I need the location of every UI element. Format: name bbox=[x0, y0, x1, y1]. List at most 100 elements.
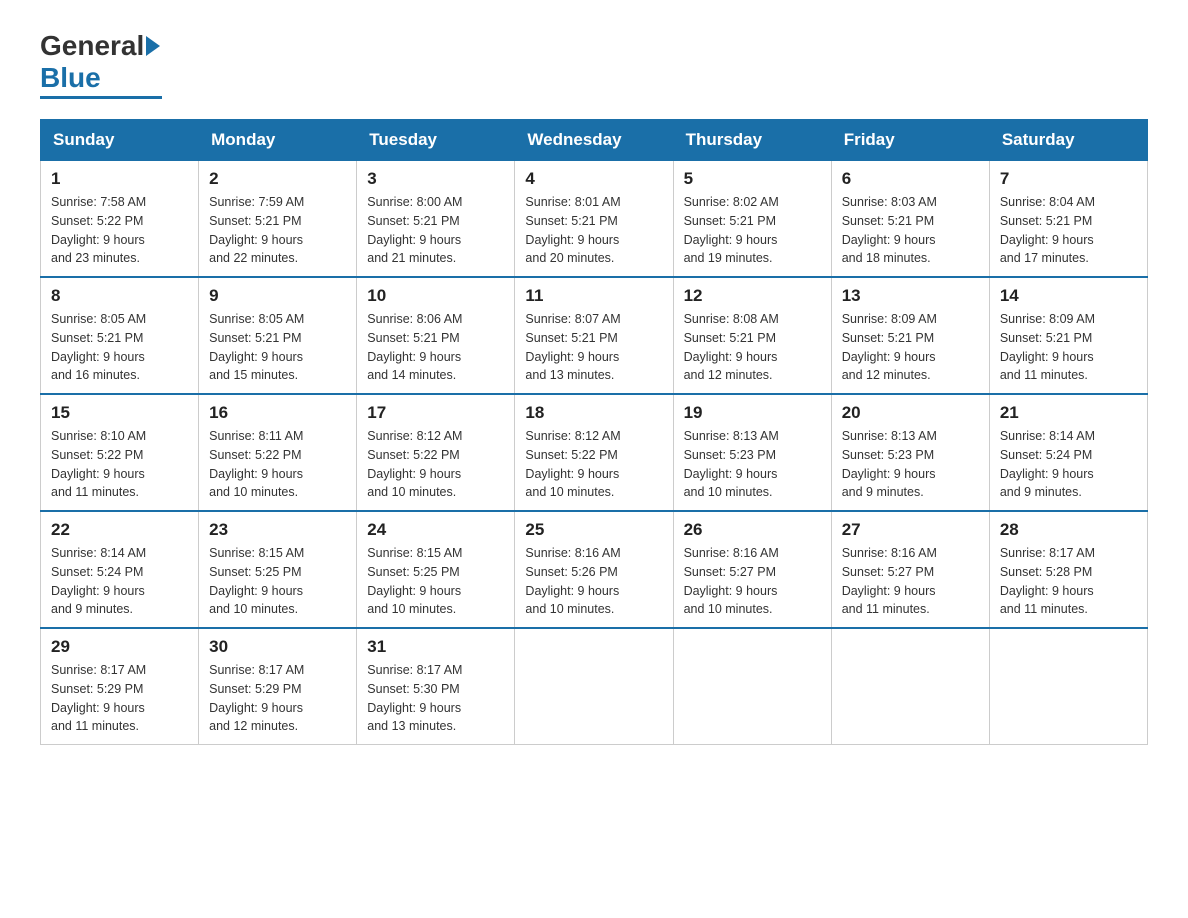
day-info: Sunrise: 8:11 AMSunset: 5:22 PMDaylight:… bbox=[209, 427, 346, 502]
day-number: 17 bbox=[367, 403, 504, 423]
calendar-cell: 12 Sunrise: 8:08 AMSunset: 5:21 PMDaylig… bbox=[673, 277, 831, 394]
calendar-cell: 2 Sunrise: 7:59 AMSunset: 5:21 PMDayligh… bbox=[199, 161, 357, 278]
calendar-cell: 11 Sunrise: 8:07 AMSunset: 5:21 PMDaylig… bbox=[515, 277, 673, 394]
calendar-cell: 3 Sunrise: 8:00 AMSunset: 5:21 PMDayligh… bbox=[357, 161, 515, 278]
day-info: Sunrise: 8:16 AMSunset: 5:26 PMDaylight:… bbox=[525, 544, 662, 619]
calendar-week-row: 29 Sunrise: 8:17 AMSunset: 5:29 PMDaylig… bbox=[41, 628, 1148, 745]
calendar-cell: 4 Sunrise: 8:01 AMSunset: 5:21 PMDayligh… bbox=[515, 161, 673, 278]
day-number: 28 bbox=[1000, 520, 1137, 540]
day-info: Sunrise: 7:59 AMSunset: 5:21 PMDaylight:… bbox=[209, 193, 346, 268]
column-header-wednesday: Wednesday bbox=[515, 120, 673, 161]
day-info: Sunrise: 8:13 AMSunset: 5:23 PMDaylight:… bbox=[684, 427, 821, 502]
calendar-cell: 24 Sunrise: 8:15 AMSunset: 5:25 PMDaylig… bbox=[357, 511, 515, 628]
calendar-cell: 10 Sunrise: 8:06 AMSunset: 5:21 PMDaylig… bbox=[357, 277, 515, 394]
day-info: Sunrise: 8:03 AMSunset: 5:21 PMDaylight:… bbox=[842, 193, 979, 268]
day-info: Sunrise: 8:12 AMSunset: 5:22 PMDaylight:… bbox=[367, 427, 504, 502]
calendar-cell: 20 Sunrise: 8:13 AMSunset: 5:23 PMDaylig… bbox=[831, 394, 989, 511]
calendar-cell: 22 Sunrise: 8:14 AMSunset: 5:24 PMDaylig… bbox=[41, 511, 199, 628]
calendar-week-row: 22 Sunrise: 8:14 AMSunset: 5:24 PMDaylig… bbox=[41, 511, 1148, 628]
day-number: 16 bbox=[209, 403, 346, 423]
column-header-monday: Monday bbox=[199, 120, 357, 161]
calendar-cell: 30 Sunrise: 8:17 AMSunset: 5:29 PMDaylig… bbox=[199, 628, 357, 745]
day-number: 24 bbox=[367, 520, 504, 540]
calendar-cell: 29 Sunrise: 8:17 AMSunset: 5:29 PMDaylig… bbox=[41, 628, 199, 745]
day-info: Sunrise: 8:17 AMSunset: 5:29 PMDaylight:… bbox=[51, 661, 188, 736]
logo-arrow-icon bbox=[146, 36, 160, 56]
day-info: Sunrise: 8:06 AMSunset: 5:21 PMDaylight:… bbox=[367, 310, 504, 385]
calendar-cell: 15 Sunrise: 8:10 AMSunset: 5:22 PMDaylig… bbox=[41, 394, 199, 511]
day-info: Sunrise: 8:01 AMSunset: 5:21 PMDaylight:… bbox=[525, 193, 662, 268]
logo-underline bbox=[40, 96, 162, 99]
calendar-header-row: SundayMondayTuesdayWednesdayThursdayFrid… bbox=[41, 120, 1148, 161]
calendar-cell: 26 Sunrise: 8:16 AMSunset: 5:27 PMDaylig… bbox=[673, 511, 831, 628]
day-number: 3 bbox=[367, 169, 504, 189]
day-number: 15 bbox=[51, 403, 188, 423]
day-info: Sunrise: 8:17 AMSunset: 5:28 PMDaylight:… bbox=[1000, 544, 1137, 619]
calendar-cell: 17 Sunrise: 8:12 AMSunset: 5:22 PMDaylig… bbox=[357, 394, 515, 511]
day-number: 27 bbox=[842, 520, 979, 540]
day-info: Sunrise: 8:00 AMSunset: 5:21 PMDaylight:… bbox=[367, 193, 504, 268]
column-header-friday: Friday bbox=[831, 120, 989, 161]
day-number: 26 bbox=[684, 520, 821, 540]
day-number: 11 bbox=[525, 286, 662, 306]
day-info: Sunrise: 8:15 AMSunset: 5:25 PMDaylight:… bbox=[209, 544, 346, 619]
calendar-cell: 14 Sunrise: 8:09 AMSunset: 5:21 PMDaylig… bbox=[989, 277, 1147, 394]
day-info: Sunrise: 8:02 AMSunset: 5:21 PMDaylight:… bbox=[684, 193, 821, 268]
calendar-cell: 25 Sunrise: 8:16 AMSunset: 5:26 PMDaylig… bbox=[515, 511, 673, 628]
calendar-cell: 1 Sunrise: 7:58 AMSunset: 5:22 PMDayligh… bbox=[41, 161, 199, 278]
day-info: Sunrise: 7:58 AMSunset: 5:22 PMDaylight:… bbox=[51, 193, 188, 268]
calendar-cell: 21 Sunrise: 8:14 AMSunset: 5:24 PMDaylig… bbox=[989, 394, 1147, 511]
day-number: 18 bbox=[525, 403, 662, 423]
calendar-cell: 28 Sunrise: 8:17 AMSunset: 5:28 PMDaylig… bbox=[989, 511, 1147, 628]
day-info: Sunrise: 8:04 AMSunset: 5:21 PMDaylight:… bbox=[1000, 193, 1137, 268]
day-info: Sunrise: 8:08 AMSunset: 5:21 PMDaylight:… bbox=[684, 310, 821, 385]
day-number: 12 bbox=[684, 286, 821, 306]
day-number: 22 bbox=[51, 520, 188, 540]
day-info: Sunrise: 8:17 AMSunset: 5:30 PMDaylight:… bbox=[367, 661, 504, 736]
logo-general-text: General bbox=[40, 30, 144, 62]
day-number: 23 bbox=[209, 520, 346, 540]
day-number: 2 bbox=[209, 169, 346, 189]
calendar-cell bbox=[831, 628, 989, 745]
day-number: 7 bbox=[1000, 169, 1137, 189]
day-number: 6 bbox=[842, 169, 979, 189]
day-info: Sunrise: 8:14 AMSunset: 5:24 PMDaylight:… bbox=[51, 544, 188, 619]
day-info: Sunrise: 8:14 AMSunset: 5:24 PMDaylight:… bbox=[1000, 427, 1137, 502]
calendar-table: SundayMondayTuesdayWednesdayThursdayFrid… bbox=[40, 119, 1148, 745]
day-number: 14 bbox=[1000, 286, 1137, 306]
day-number: 5 bbox=[684, 169, 821, 189]
day-number: 31 bbox=[367, 637, 504, 657]
calendar-cell: 7 Sunrise: 8:04 AMSunset: 5:21 PMDayligh… bbox=[989, 161, 1147, 278]
day-info: Sunrise: 8:10 AMSunset: 5:22 PMDaylight:… bbox=[51, 427, 188, 502]
day-number: 21 bbox=[1000, 403, 1137, 423]
calendar-cell bbox=[515, 628, 673, 745]
day-info: Sunrise: 8:15 AMSunset: 5:25 PMDaylight:… bbox=[367, 544, 504, 619]
day-info: Sunrise: 8:05 AMSunset: 5:21 PMDaylight:… bbox=[51, 310, 188, 385]
calendar-cell: 5 Sunrise: 8:02 AMSunset: 5:21 PMDayligh… bbox=[673, 161, 831, 278]
calendar-cell: 9 Sunrise: 8:05 AMSunset: 5:21 PMDayligh… bbox=[199, 277, 357, 394]
day-info: Sunrise: 8:09 AMSunset: 5:21 PMDaylight:… bbox=[1000, 310, 1137, 385]
calendar-cell: 16 Sunrise: 8:11 AMSunset: 5:22 PMDaylig… bbox=[199, 394, 357, 511]
day-number: 25 bbox=[525, 520, 662, 540]
calendar-cell: 13 Sunrise: 8:09 AMSunset: 5:21 PMDaylig… bbox=[831, 277, 989, 394]
calendar-cell: 27 Sunrise: 8:16 AMSunset: 5:27 PMDaylig… bbox=[831, 511, 989, 628]
day-info: Sunrise: 8:09 AMSunset: 5:21 PMDaylight:… bbox=[842, 310, 979, 385]
day-info: Sunrise: 8:17 AMSunset: 5:29 PMDaylight:… bbox=[209, 661, 346, 736]
calendar-cell: 19 Sunrise: 8:13 AMSunset: 5:23 PMDaylig… bbox=[673, 394, 831, 511]
day-number: 1 bbox=[51, 169, 188, 189]
header: General Blue bbox=[40, 30, 1148, 99]
column-header-sunday: Sunday bbox=[41, 120, 199, 161]
day-number: 19 bbox=[684, 403, 821, 423]
calendar-week-row: 1 Sunrise: 7:58 AMSunset: 5:22 PMDayligh… bbox=[41, 161, 1148, 278]
calendar-cell: 6 Sunrise: 8:03 AMSunset: 5:21 PMDayligh… bbox=[831, 161, 989, 278]
calendar-cell: 31 Sunrise: 8:17 AMSunset: 5:30 PMDaylig… bbox=[357, 628, 515, 745]
calendar-cell: 8 Sunrise: 8:05 AMSunset: 5:21 PMDayligh… bbox=[41, 277, 199, 394]
logo-blue-text: Blue bbox=[40, 62, 101, 94]
day-number: 20 bbox=[842, 403, 979, 423]
calendar-week-row: 15 Sunrise: 8:10 AMSunset: 5:22 PMDaylig… bbox=[41, 394, 1148, 511]
day-info: Sunrise: 8:12 AMSunset: 5:22 PMDaylight:… bbox=[525, 427, 662, 502]
calendar-cell: 18 Sunrise: 8:12 AMSunset: 5:22 PMDaylig… bbox=[515, 394, 673, 511]
calendar-cell bbox=[673, 628, 831, 745]
day-info: Sunrise: 8:05 AMSunset: 5:21 PMDaylight:… bbox=[209, 310, 346, 385]
column-header-tuesday: Tuesday bbox=[357, 120, 515, 161]
